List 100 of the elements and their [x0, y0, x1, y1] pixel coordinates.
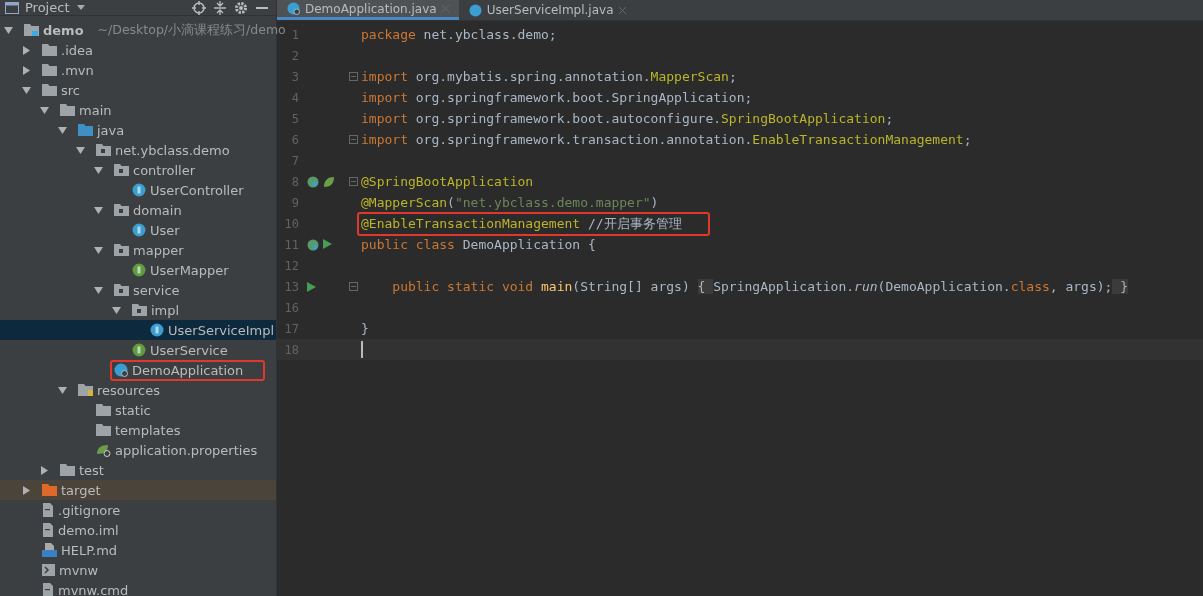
package-folder-icon	[132, 304, 147, 316]
minimize-icon[interactable]	[256, 6, 268, 9]
package-folder-icon	[96, 144, 111, 156]
tree-row[interactable]: impl	[0, 300, 276, 320]
line-number: 2	[290, 48, 299, 63]
folder-icon	[24, 24, 39, 36]
interface-icon	[132, 263, 146, 277]
package-folder-icon	[114, 284, 129, 296]
markdown-file-icon	[42, 543, 57, 557]
expanded-arrow-icon[interactable]	[94, 245, 103, 255]
folder-icon	[42, 484, 57, 496]
collapsed-arrow-icon[interactable]	[22, 485, 31, 495]
code-line: }	[361, 321, 369, 336]
file-tab[interactable]: DemoApplication.java	[277, 0, 459, 20]
tree-row[interactable]: templates	[0, 420, 276, 440]
tree-row[interactable]: UserMapper	[0, 260, 276, 280]
code-line: import org.springframework.boot.SpringApplication;	[361, 90, 753, 105]
code-line: @EnableTransactionManagement //开启事务管理	[361, 214, 682, 233]
package-folder-icon	[114, 204, 129, 216]
code-line: @MapperScan("net.ybclass.demo.mapper")	[361, 195, 659, 210]
expanded-arrow-icon[interactable]	[76, 145, 85, 155]
leaf-file-icon	[96, 443, 111, 457]
bean-icon[interactable]	[307, 238, 319, 251]
class-icon	[150, 323, 164, 337]
line-number: 12	[283, 258, 299, 273]
line-number: 4	[290, 90, 299, 105]
tree-row[interactable]: controller	[0, 160, 276, 180]
tree-row[interactable]: mapper	[0, 240, 276, 260]
tree-row[interactable]: target	[0, 480, 276, 500]
collapsed-arrow-icon[interactable]	[40, 465, 49, 475]
folder-icon	[96, 404, 111, 416]
class-icon	[132, 183, 146, 197]
tree-row[interactable]: UserController	[0, 180, 276, 200]
line-number: 9	[290, 195, 299, 210]
tree-row[interactable]: application.properties	[0, 440, 276, 460]
tree-row[interactable]: test	[0, 460, 276, 480]
fold-marker-icon[interactable]	[349, 282, 358, 291]
code-line: @SpringBootApplication	[361, 174, 534, 189]
tree-row[interactable]: DemoApplication	[0, 360, 276, 380]
folder-icon	[96, 424, 111, 436]
interface-icon	[132, 343, 146, 357]
tree-row[interactable]: java	[0, 120, 276, 140]
line-number: 5	[290, 111, 299, 126]
collapsed-arrow-icon[interactable]	[22, 65, 31, 75]
tree-row[interactable]: .gitignore	[0, 500, 276, 520]
code-line: public class DemoApplication {	[361, 237, 596, 252]
collapse-icon[interactable]	[214, 0, 226, 15]
line-number: 8	[290, 174, 299, 189]
file-tab[interactable]: UserServiceImpl.java	[458, 0, 636, 20]
tree-row[interactable]: mvnw	[0, 560, 276, 580]
fold-marker-icon[interactable]	[349, 177, 358, 186]
expanded-arrow-icon[interactable]	[58, 125, 67, 135]
folder-icon	[60, 104, 75, 116]
folder-icon	[78, 124, 93, 136]
tree-row[interactable]: service	[0, 280, 276, 300]
expanded-arrow-icon[interactable]	[22, 85, 31, 95]
tree-row[interactable]: UserService	[0, 340, 276, 360]
expanded-arrow-icon[interactable]	[94, 165, 103, 175]
tree-row[interactable]: .mvn	[0, 60, 276, 80]
expanded-arrow-icon[interactable]	[40, 105, 49, 115]
fold-marker-icon[interactable]	[349, 72, 358, 81]
tree-row[interactable]: UserServiceImpl	[0, 320, 276, 340]
expanded-arrow-icon[interactable]	[4, 25, 13, 35]
leaf-icon[interactable]	[323, 175, 335, 188]
line-number: 17	[283, 321, 299, 336]
package-folder-icon	[114, 164, 129, 176]
tree-row[interactable]: domain	[0, 200, 276, 220]
tree-row[interactable]: User	[0, 220, 276, 240]
expanded-arrow-icon[interactable]	[94, 205, 103, 215]
tree-row[interactable]: .idea	[0, 40, 276, 60]
code-line: import org.mybatis.spring.annotation.MapperScan;	[361, 69, 737, 84]
tree-row[interactable]: resources	[0, 380, 276, 400]
terminal-file-icon	[42, 564, 55, 576]
caret-icon[interactable]	[77, 5, 86, 10]
class-icon	[114, 363, 128, 377]
tree-row[interactable]: mvnw.cmd	[0, 580, 276, 596]
fold-marker-icon[interactable]	[349, 135, 358, 144]
bean-icon[interactable]	[307, 175, 319, 188]
line-number: 10	[283, 216, 299, 231]
expanded-arrow-icon[interactable]	[112, 305, 121, 315]
code-line: public static void main(String[] args) { SpringApplication.run(DemoApplication.class, args); }	[391, 279, 1129, 294]
project-dropdown[interactable]: Project	[25, 0, 70, 15]
expanded-arrow-icon[interactable]	[58, 385, 67, 395]
tree-row[interactable]: main	[0, 100, 276, 120]
locate-icon[interactable]	[192, 0, 206, 15]
settings-icon[interactable]	[234, 0, 248, 15]
tree-row[interactable]: static	[0, 400, 276, 420]
run-icon[interactable]	[323, 238, 332, 249]
tree-row[interactable]: net.ybclass.demo	[0, 140, 276, 160]
tree-row[interactable]: HELP.md	[0, 540, 276, 560]
tree-row[interactable]: demo.iml	[0, 520, 276, 540]
expanded-arrow-icon[interactable]	[94, 285, 103, 295]
package-folder-icon	[114, 244, 129, 256]
tree-row[interactable]: src	[0, 80, 276, 100]
class-icon	[132, 223, 146, 237]
collapsed-arrow-icon[interactable]	[22, 45, 31, 55]
line-number: 7	[290, 153, 299, 168]
highlight-frame: DemoApplication	[110, 359, 266, 381]
folder-icon	[78, 384, 93, 396]
run-icon[interactable]	[307, 281, 316, 292]
